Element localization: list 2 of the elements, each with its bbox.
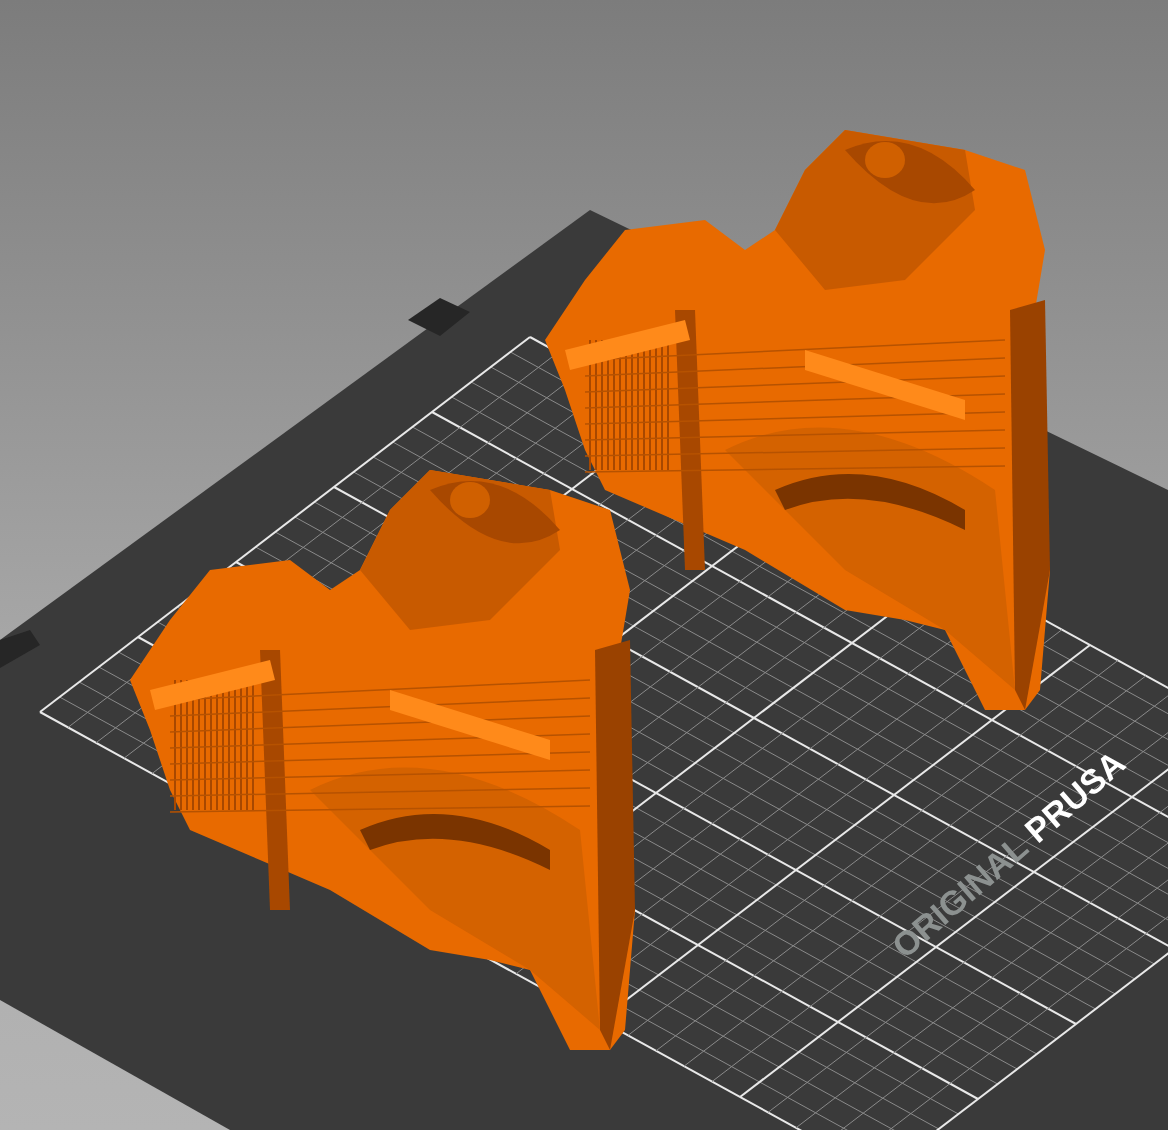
bed-peg-icon xyxy=(0,630,40,668)
bed-peg-icon xyxy=(408,298,470,336)
